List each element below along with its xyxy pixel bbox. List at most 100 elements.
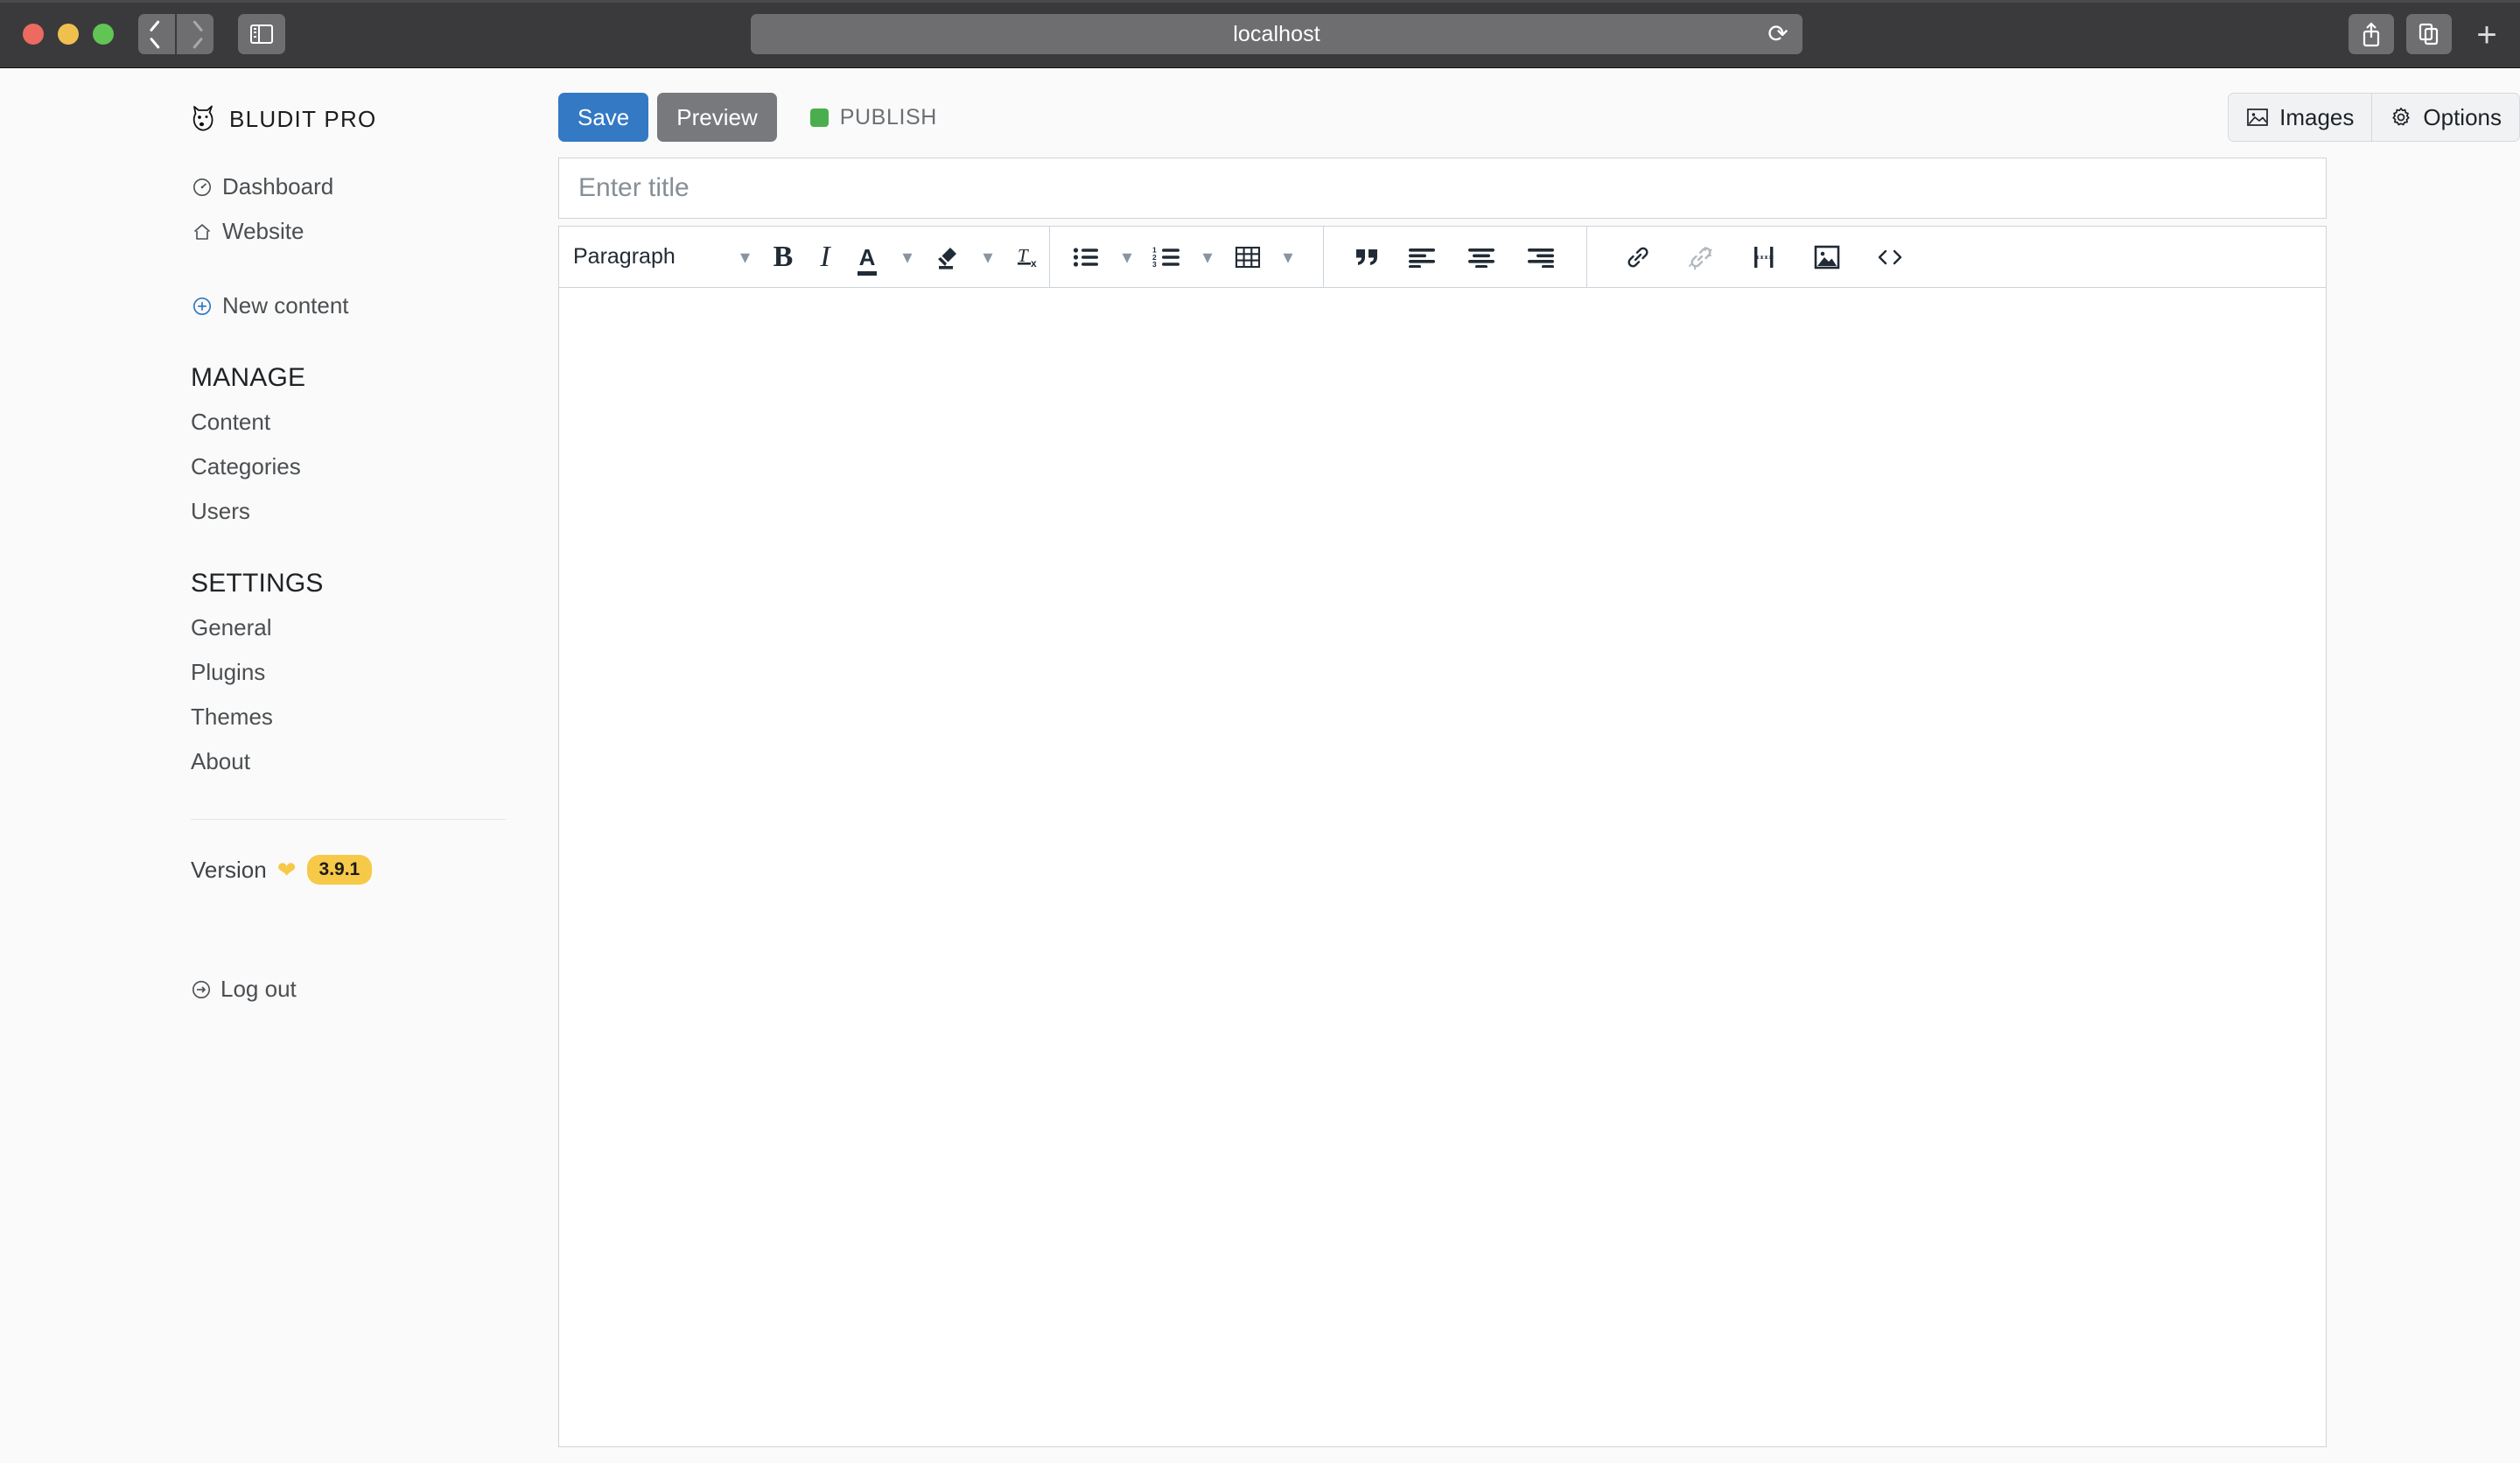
block-format-select[interactable]: Paragraph ▾ (559, 227, 762, 288)
remove-link-button[interactable] (1670, 227, 1732, 288)
sidebar-toggle-button[interactable] (238, 14, 285, 54)
sidebar-item-label: Website (222, 218, 304, 245)
text-color-button[interactable]: A (846, 227, 888, 288)
bold-button[interactable]: B (762, 227, 804, 288)
editor-content-area[interactable] (559, 288, 2326, 1446)
text-color-dropdown[interactable]: ▾ (888, 246, 927, 269)
align-center-button[interactable] (1452, 227, 1511, 288)
heart-icon: ❤ (277, 857, 297, 884)
sidebar-item-categories[interactable]: Categories (0, 444, 558, 489)
unlink-icon (1687, 244, 1715, 270)
link-icon (1624, 244, 1652, 270)
text-color-icon: A (859, 246, 876, 269)
logout-label: Log out (220, 976, 297, 1003)
sidebar-item-general[interactable]: General (0, 606, 558, 650)
title-input[interactable]: Enter title (558, 158, 2327, 219)
images-label: Images (2279, 104, 2354, 131)
sidebar-item-content[interactable]: Content (0, 400, 558, 444)
tab-overview-icon (2418, 22, 2440, 46)
chevron-down-icon: ▾ (740, 246, 750, 269)
app-page: BLUDIT PRO Dashboard (0, 68, 2520, 1463)
version-label: Version (191, 857, 267, 884)
browser-navigation-group (138, 14, 214, 54)
new-tab-button[interactable]: + (2462, 12, 2511, 58)
close-window-button[interactable] (23, 24, 44, 45)
options-button[interactable]: Options (2371, 94, 2519, 141)
align-right-icon (1527, 247, 1555, 268)
source-code-button[interactable] (1858, 227, 1922, 288)
insert-image-button[interactable] (1796, 227, 1858, 288)
table-icon (1235, 245, 1261, 270)
sidebar-divider (191, 819, 506, 820)
sidebar-spacer (0, 254, 558, 284)
sidebar-section-title-manage: MANAGE (191, 363, 558, 393)
save-button[interactable]: Save (558, 93, 648, 142)
numbered-list-dropdown[interactable]: ▾ (1188, 246, 1227, 269)
maximize-window-button[interactable] (93, 24, 114, 45)
svg-text:x: x (1031, 257, 1037, 270)
images-button[interactable]: Images (2229, 94, 2371, 141)
admin-sidebar: BLUDIT PRO Dashboard (0, 68, 558, 1463)
numbered-list-button[interactable]: 1 2 3 (1146, 227, 1188, 288)
clear-formatting-icon: T x (1015, 244, 1041, 270)
sidebar-item-website[interactable]: Website (0, 209, 558, 254)
image-icon (1814, 245, 1840, 270)
forward-button[interactable] (177, 14, 214, 54)
publish-status[interactable]: PUBLISH (810, 105, 937, 130)
sidebar-item-label: Dashboard (222, 173, 333, 200)
preview-button[interactable]: Preview (657, 93, 776, 142)
rich-text-editor: Paragraph ▾ B I A ▾ (558, 226, 2327, 1447)
sidebar-item-dashboard[interactable]: Dashboard (0, 164, 558, 209)
sidebar-item-users[interactable]: Users (0, 489, 558, 534)
version-row: Version ❤ 3.9.1 (191, 855, 558, 885)
align-right-button[interactable] (1511, 227, 1571, 288)
chevron-right-icon (189, 23, 202, 46)
blockquote-button[interactable] (1343, 227, 1392, 288)
table-dropdown[interactable]: ▾ (1269, 246, 1307, 269)
highlight-color-button[interactable] (927, 227, 969, 288)
table-button[interactable] (1227, 227, 1269, 288)
minimize-window-button[interactable] (58, 24, 79, 45)
sidebar-item-new-content[interactable]: New content (0, 284, 558, 328)
editor-tools-group: Images Options (2228, 93, 2520, 142)
italic-button[interactable]: I (804, 227, 846, 288)
bullet-list-button[interactable] (1066, 227, 1108, 288)
plus-circle-icon (191, 295, 214, 318)
svg-text:3: 3 (1152, 260, 1157, 269)
code-icon (1876, 247, 1904, 268)
align-left-button[interactable] (1392, 227, 1452, 288)
reload-icon[interactable]: ⟳ (1760, 17, 1796, 52)
share-button[interactable] (2348, 14, 2394, 54)
status-dot-icon (810, 108, 829, 127)
status-badge: PUBLISH (840, 105, 937, 130)
highlight-color-dropdown[interactable]: ▾ (969, 246, 1007, 269)
toolbar-group-format: Paragraph ▾ B I A ▾ (559, 227, 1049, 288)
logout-button[interactable]: Log out (191, 976, 558, 1003)
sidebar-item-label: New content (222, 292, 349, 319)
bludit-dog-logo-icon (191, 103, 217, 135)
brand[interactable]: BLUDIT PRO (191, 103, 558, 135)
chrome-top-hairline (0, 0, 2520, 3)
sidebar-item-about[interactable]: About (0, 739, 558, 784)
sidebar-section-title-settings: SETTINGS (191, 569, 558, 598)
clear-formatting-button[interactable]: T x (1007, 227, 1049, 288)
editor-action-bar: Save Preview PUBLISH (558, 93, 2327, 142)
tab-overview-button[interactable] (2406, 14, 2452, 54)
sidebar-primary-nav: Dashboard Website (0, 164, 558, 328)
horizontal-rule-button[interactable] (1732, 227, 1796, 288)
back-button[interactable] (138, 14, 175, 54)
gear-icon (2390, 106, 2412, 129)
sidebar-item-plugins[interactable]: Plugins (0, 650, 558, 695)
editor-region: Save Preview PUBLISH Images (558, 68, 2520, 1463)
dashboard-gauge-icon (191, 176, 214, 199)
address-bar[interactable]: localhost ⟳ (751, 14, 1802, 54)
insert-link-button[interactable] (1606, 227, 1670, 288)
align-left-icon (1408, 247, 1436, 268)
hr-icon (1750, 245, 1778, 270)
browser-actions-group (2348, 14, 2452, 54)
block-format-value: Paragraph (573, 244, 676, 270)
toolbar-group-insert (1587, 227, 1922, 288)
title-placeholder: Enter title (578, 173, 690, 203)
sidebar-item-themes[interactable]: Themes (0, 695, 558, 739)
bullet-list-dropdown[interactable]: ▾ (1108, 246, 1146, 269)
